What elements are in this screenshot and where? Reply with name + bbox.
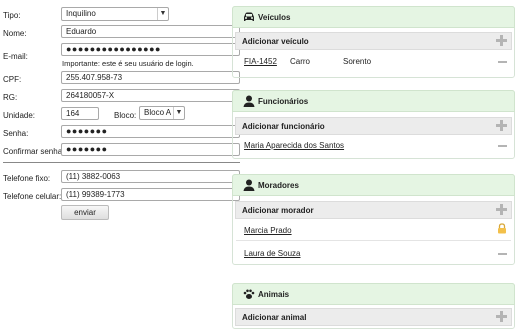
telefone-fixo-label: Telefone fixo: bbox=[3, 174, 51, 183]
car-icon bbox=[244, 12, 254, 21]
tipo-label: Tipo: bbox=[3, 11, 21, 20]
plus-icon[interactable] bbox=[496, 35, 507, 46]
animais-header: Animais bbox=[232, 283, 515, 305]
bloco-select[interactable]: Bloco A ▼ bbox=[139, 106, 185, 120]
moradores-header: Moradores bbox=[232, 174, 515, 196]
telefone-celular-label: Telefone celular: bbox=[3, 192, 62, 201]
morador-name[interactable]: Laura de Souza bbox=[244, 249, 301, 258]
moradores-title: Moradores bbox=[258, 181, 299, 190]
nome-label: Nome: bbox=[3, 29, 27, 38]
plus-icon[interactable] bbox=[496, 311, 507, 322]
chevron-down-icon: ▼ bbox=[157, 8, 168, 20]
divider bbox=[3, 162, 240, 163]
senha-field[interactable]: ●●●●●●● bbox=[61, 125, 240, 138]
row-divider bbox=[236, 240, 511, 241]
email-hint: Importante: este é seu usuário de login. bbox=[62, 59, 194, 68]
funcionarios-header: Funcionários bbox=[232, 90, 515, 112]
animais-title: Animais bbox=[258, 290, 290, 299]
add-animal-row[interactable]: Adicionar animal bbox=[235, 308, 512, 326]
nome-field[interactable]: Eduardo bbox=[61, 25, 240, 38]
add-morador-row[interactable]: Adicionar morador bbox=[235, 201, 512, 219]
plus-icon[interactable] bbox=[496, 204, 507, 215]
bloco-label: Bloco: bbox=[114, 111, 137, 120]
veiculos-title: Veículos bbox=[258, 13, 291, 22]
funcionario-name[interactable]: Maria Aparecida dos Santos bbox=[244, 141, 344, 150]
rg-field[interactable]: 264180057-X bbox=[61, 89, 240, 102]
rg-label: RG: bbox=[3, 93, 18, 102]
veiculo-tipo: Carro bbox=[290, 57, 311, 66]
bloco-value: Bloco A bbox=[144, 108, 172, 117]
add-veiculo-row[interactable]: Adicionar veículo bbox=[235, 32, 512, 50]
minus-icon[interactable] bbox=[498, 145, 507, 147]
veiculo-placa[interactable]: FIA-1452 bbox=[244, 57, 277, 66]
tipo-select[interactable]: Inquilino ▼ bbox=[61, 7, 169, 21]
add-morador-label: Adicionar morador bbox=[242, 206, 314, 215]
paw-icon bbox=[243, 289, 255, 299]
telefone-fixo-field[interactable]: (11) 3882-0063 bbox=[61, 170, 240, 183]
submit-button[interactable]: enviar bbox=[61, 205, 109, 220]
minus-icon[interactable] bbox=[498, 253, 507, 255]
email-field[interactable]: ●●●●●●●●●●●●●●●● bbox=[61, 43, 240, 56]
tipo-value: Inquilino bbox=[66, 9, 96, 18]
unidade-field[interactable]: 164 bbox=[61, 107, 99, 120]
plus-icon[interactable] bbox=[496, 120, 507, 131]
add-funcionario-label: Adicionar funcionário bbox=[242, 122, 325, 131]
add-animal-label: Adicionar animal bbox=[242, 313, 307, 322]
person-icon bbox=[243, 95, 255, 107]
veiculos-header: Veículos bbox=[232, 6, 515, 28]
add-funcionario-row[interactable]: Adicionar funcionário bbox=[235, 117, 512, 135]
senha-label: Senha: bbox=[3, 129, 29, 138]
minus-icon[interactable] bbox=[498, 61, 507, 63]
funcionarios-title: Funcionários bbox=[258, 97, 309, 106]
telefone-celular-field[interactable]: (11) 99389-1773 bbox=[61, 188, 240, 201]
veiculo-modelo: Sorento bbox=[343, 57, 372, 66]
morador-name[interactable]: Marcia Prado bbox=[244, 226, 292, 235]
add-veiculo-label: Adicionar veículo bbox=[242, 37, 309, 46]
confirmar-senha-label: Confirmar senha: bbox=[3, 147, 65, 156]
email-label: E-mail: bbox=[3, 52, 28, 61]
confirmar-senha-field[interactable]: ●●●●●●● bbox=[61, 143, 240, 156]
chevron-down-icon: ▼ bbox=[173, 107, 184, 119]
person-icon bbox=[243, 179, 255, 191]
cpf-label: CPF: bbox=[3, 75, 22, 84]
cpf-field[interactable]: 255.407.958-73 bbox=[61, 71, 240, 84]
lock-icon bbox=[498, 223, 506, 234]
unidade-label: Unidade: bbox=[3, 111, 36, 120]
